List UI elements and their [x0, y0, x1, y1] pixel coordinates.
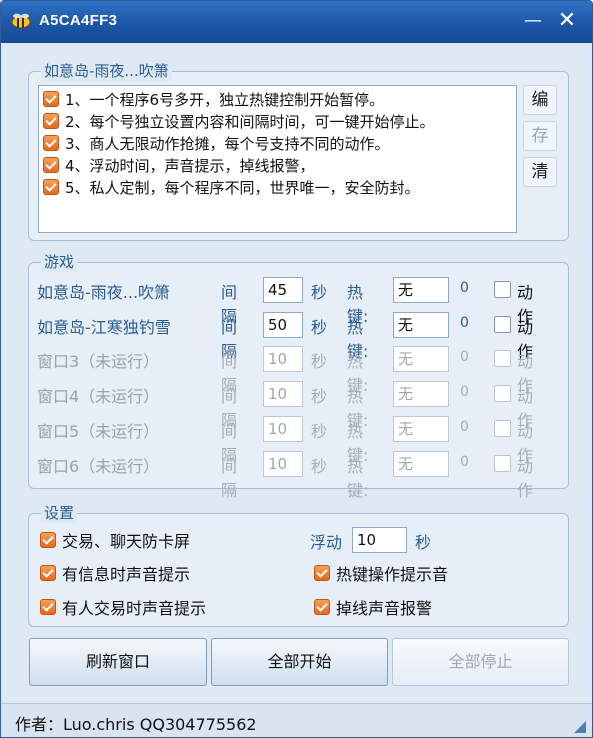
script-line-checkbox[interactable]	[43, 135, 59, 151]
script-line-text: 3、商人无限动作抢摊，每个号支持不同的动作。	[65, 134, 390, 153]
disconnect-alarm-checkbox[interactable]	[314, 599, 330, 615]
script-line-checkbox[interactable]	[43, 91, 59, 107]
script-line-checkbox[interactable]	[43, 157, 59, 173]
hotkey-label: 热键:	[347, 457, 369, 500]
settings-group-legend: 设置	[41, 503, 78, 523]
seconds-label: 秒	[311, 352, 328, 371]
edit-button[interactable]: 编	[523, 85, 557, 115]
game-window-name: 窗口4（未运行）	[37, 387, 160, 406]
action-checkbox[interactable]	[494, 455, 511, 472]
action-checkbox[interactable]	[494, 316, 511, 333]
interval-input[interactable]: 10	[263, 381, 303, 407]
window-title: A5CA4FF3	[39, 12, 118, 29]
seconds-label: 秒	[311, 387, 328, 406]
script-line[interactable]: 4、浮动时间，声音提示，掉线报警，	[43, 154, 315, 176]
script-line-text: 4、浮动时间，声音提示，掉线报警，	[65, 156, 315, 175]
anti-freeze-label: 交易、聊天防卡屏	[62, 532, 191, 551]
game-window-name: 如意岛-雨夜...吹箫	[37, 283, 171, 302]
seconds-label: 秒	[311, 422, 328, 441]
run-count: 0	[460, 280, 469, 296]
interval-input[interactable]: 10	[263, 416, 303, 442]
stop-all-button[interactable]: 全部停止	[392, 638, 569, 686]
seconds-label: 秒	[311, 283, 328, 302]
game-window-name: 窗口6（未运行）	[37, 457, 160, 476]
hotkey-input[interactable]: 无	[393, 381, 449, 407]
float-unit-label: 秒	[415, 533, 432, 552]
run-count: 0	[460, 349, 469, 365]
script-line-checkbox[interactable]	[43, 179, 59, 195]
game-window-name: 如意岛-江寒独钓雪	[37, 318, 171, 337]
script-line[interactable]: 2、每个号独立设置内容和间隔时间，可一键开始停止。	[43, 110, 435, 132]
close-button[interactable]: ✕	[555, 10, 579, 34]
status-bar: 作者：Luo.chris QQ304775562	[1, 703, 592, 737]
script-line[interactable]: 3、商人无限动作抢摊，每个号支持不同的动作。	[43, 132, 390, 154]
hotkey-sound-option[interactable]: 热键操作提示音	[314, 562, 448, 584]
script-editor[interactable]: 1、一个程序6号多开，独立热键控制开始暂停。 2、每个号独立设置内容和间隔时间，…	[38, 85, 517, 233]
hotkey-input[interactable]: 无	[393, 451, 449, 477]
run-count: 0	[460, 454, 469, 470]
hotkey-input[interactable]: 无	[393, 346, 449, 372]
start-all-button[interactable]: 全部开始	[211, 638, 388, 686]
main-window: A5CA4FF3 — ✕ 如意岛-雨夜...吹箫 1、一个程序6号多开，独立热键…	[0, 0, 593, 738]
hotkey-input[interactable]: 无	[393, 277, 449, 303]
clear-button[interactable]: 清	[523, 157, 557, 187]
script-line-text: 5、私人定制，每个程序不同，世界唯一，安全防封。	[65, 178, 420, 197]
game-window-name: 窗口5（未运行）	[37, 422, 160, 441]
hotkey-input[interactable]: 无	[393, 312, 449, 338]
msg-sound-option[interactable]: 有信息时声音提示	[40, 562, 190, 584]
disconnect-alarm-label: 掉线声音报警	[336, 599, 433, 618]
float-input[interactable]: 10	[352, 527, 407, 553]
action-label: 动作	[517, 457, 534, 500]
game-group-legend: 游戏	[41, 252, 78, 272]
interval-input[interactable]: 10	[263, 451, 303, 477]
run-count: 0	[460, 315, 469, 331]
script-line[interactable]: 1、一个程序6号多开，独立热键控制开始暂停。	[43, 88, 384, 110]
script-line-text: 1、一个程序6号多开，独立热键控制开始暂停。	[65, 90, 385, 109]
action-checkbox[interactable]	[494, 350, 511, 367]
anti-freeze-option[interactable]: 交易、聊天防卡屏	[40, 529, 190, 551]
msg-sound-label: 有信息时声音提示	[62, 565, 191, 584]
script-group-legend: 如意岛-雨夜...吹箫	[41, 61, 172, 81]
anti-freeze-checkbox[interactable]	[40, 532, 56, 548]
run-count: 0	[460, 419, 469, 435]
disconnect-alarm-option[interactable]: 掉线声音报警	[314, 596, 432, 618]
title-bar[interactable]: A5CA4FF3 — ✕	[1, 1, 592, 43]
interval-label: 间隔	[221, 457, 238, 500]
script-line-checkbox[interactable]	[43, 113, 59, 129]
interval-input[interactable]: 10	[263, 346, 303, 372]
hotkey-input[interactable]: 无	[393, 416, 449, 442]
script-line-text: 2、每个号独立设置内容和间隔时间，可一键开始停止。	[65, 112, 435, 131]
minimize-button[interactable]: —	[521, 10, 545, 34]
hotkey-sound-label: 热键操作提示音	[336, 565, 449, 584]
action-checkbox[interactable]	[494, 420, 511, 437]
resize-grip-icon[interactable]	[574, 721, 586, 733]
interval-input[interactable]: 50	[263, 312, 303, 338]
game-window-name: 窗口3（未运行）	[37, 352, 160, 371]
seconds-label: 秒	[311, 457, 328, 476]
run-count: 0	[460, 384, 469, 400]
save-button[interactable]: 存	[523, 121, 557, 151]
author-info: 作者：Luo.chris QQ304775562	[15, 715, 257, 734]
trade-sound-checkbox[interactable]	[40, 599, 56, 615]
float-label: 浮动	[310, 533, 343, 552]
bee-app-icon	[11, 13, 31, 29]
refresh-windows-button[interactable]: 刷新窗口	[29, 638, 207, 686]
trade-sound-option[interactable]: 有人交易时声音提示	[40, 596, 206, 618]
script-line[interactable]: 5、私人定制，每个程序不同，世界唯一，安全防封。	[43, 176, 420, 198]
trade-sound-label: 有人交易时声音提示	[62, 599, 207, 618]
seconds-label: 秒	[311, 318, 328, 337]
action-checkbox[interactable]	[494, 281, 511, 298]
interval-input[interactable]: 45	[263, 277, 303, 303]
hotkey-sound-checkbox[interactable]	[314, 565, 330, 581]
msg-sound-checkbox[interactable]	[40, 565, 56, 581]
action-checkbox[interactable]	[494, 385, 511, 402]
